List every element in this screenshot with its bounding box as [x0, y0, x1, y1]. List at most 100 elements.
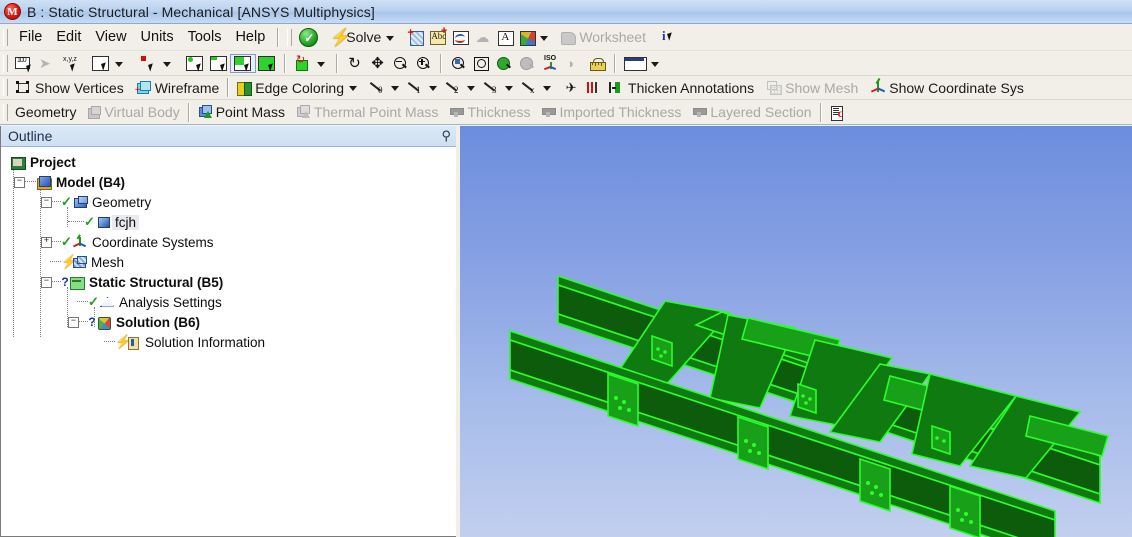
point-mass-button[interactable]: Point Mass — [195, 103, 288, 121]
new-image-button[interactable]: ☁ — [472, 29, 494, 46]
wireframe-button[interactable]: + Wireframe — [132, 79, 223, 97]
thermal-point-mass-button[interactable]: Thermal Point Mass — [293, 103, 441, 121]
worksheet-toggle-button[interactable]: c — [827, 104, 849, 121]
tree-item-static-structural[interactable]: − ? Static Structural (B5) — [7, 272, 456, 292]
zoom-in-button[interactable] — [412, 55, 435, 72]
title-bar: M B : Static Structural - Mechanical [AN… — [0, 0, 1132, 24]
menu-file[interactable]: File — [12, 27, 49, 47]
info-pick-button[interactable]: i — [659, 28, 683, 46]
separator — [820, 103, 822, 122]
edge-coloring-button[interactable]: Edge Coloring — [234, 79, 363, 97]
layered-section-button[interactable]: Layered Section — [689, 103, 814, 121]
vertex-select-button[interactable] — [183, 55, 207, 72]
box-zoom-button[interactable] — [470, 55, 493, 72]
validate-check-button[interactable]: ✓ — [296, 27, 321, 48]
zoom-out-button[interactable] — [389, 55, 412, 72]
solve-button[interactable]: ⚡ Solve — [327, 28, 400, 47]
expander-expand-icon[interactable]: + — [41, 237, 52, 248]
select-all-button[interactable]: ↻ — [291, 55, 331, 72]
worksheet-button[interactable]: Worksheet — [557, 28, 649, 46]
geometry-toolbar-gripper[interactable] — [3, 104, 8, 121]
xyz-pick-button[interactable]: x,y,z — [60, 55, 84, 72]
edge-thickness-1-caret[interactable] — [429, 86, 437, 91]
select-mode-dropdown-caret[interactable] — [115, 62, 123, 67]
edge-thickness-2-caret[interactable] — [467, 86, 475, 91]
solve-toolbar-gripper[interactable] — [287, 29, 292, 46]
show-coordinate-systems-button[interactable]: Show Coordinate Sys — [867, 79, 1027, 97]
thicken-annotations-button[interactable]: Thicken Annotations — [606, 79, 757, 97]
menu-help[interactable]: Help — [228, 27, 272, 47]
expander-collapse-icon[interactable]: − — [14, 177, 25, 188]
expander-collapse-icon[interactable]: − — [41, 277, 52, 288]
tree-item-body-fcjh[interactable]: ✓ fcjh — [7, 212, 456, 232]
zoom-to-fit-button[interactable] — [447, 55, 470, 72]
show-mesh-button[interactable]: Show Mesh — [763, 79, 861, 97]
viewport-layout-dropdown-caret[interactable] — [651, 62, 659, 67]
color-globe-icon — [519, 30, 535, 45]
tree-item-label: Solution Information — [142, 335, 268, 350]
virtual-body-button[interactable]: Virtual Body — [83, 103, 182, 121]
edge-select-button[interactable] — [207, 55, 231, 72]
viewport-layout-button[interactable] — [621, 55, 665, 72]
show-vertices-button[interactable]: Show Vertices — [12, 79, 127, 97]
previous-view-button[interactable] — [493, 55, 516, 72]
pan-button[interactable]: ✥ — [366, 53, 389, 73]
edge-thickness-x-button[interactable]: x — [519, 79, 557, 96]
graphics-toolbar-gripper[interactable] — [3, 55, 8, 72]
label-select-button[interactable]: 100 — [12, 55, 36, 72]
image-capture-dropdown-caret[interactable] — [540, 36, 548, 41]
tree-item-solution-information[interactable]: ⚡ Solution Information — [7, 332, 456, 352]
chassis-model[interactable]: .f { fill:#0c5c0c; stroke:#2bff2b; strok… — [460, 126, 1132, 537]
edge-thickness-3-caret[interactable] — [505, 86, 513, 91]
extend-selection-button[interactable]: ➤ — [36, 55, 60, 72]
edge-1-icon: 1 — [408, 80, 424, 95]
menubar-gripper[interactable] — [3, 29, 8, 46]
look-at-button[interactable]: ◑ — [563, 55, 586, 72]
annotation-button[interactable]: A — [494, 29, 516, 46]
solve-dropdown-caret[interactable] — [386, 36, 394, 41]
select-mode-button[interactable] — [89, 55, 129, 72]
edge-thickness-2-button[interactable]: 2 — [443, 79, 481, 96]
new-chart-table-button[interactable]: + — [404, 28, 426, 46]
edge-thickness-3-button[interactable]: 3 — [481, 79, 519, 96]
select-type-button[interactable] — [137, 55, 177, 72]
body-select-button[interactable] — [255, 55, 279, 72]
measure-button[interactable] — [586, 55, 609, 72]
edge-coloring-dropdown-caret[interactable] — [349, 86, 357, 91]
new-figure-button[interactable] — [449, 28, 472, 46]
select-all-dropdown-caret[interactable] — [317, 62, 325, 67]
tree-item-geometry[interactable]: − ✓ Geometry — [7, 192, 456, 212]
menu-edit[interactable]: Edit — [49, 27, 88, 47]
rotate-button[interactable]: ↻ — [343, 53, 366, 73]
graphics-viewport[interactable]: .f { fill:#0c5c0c; stroke:#2bff2b; strok… — [460, 126, 1132, 537]
magnify-cube-icon — [450, 56, 467, 71]
tree-item-mesh[interactable]: ⚡ Mesh — [7, 252, 456, 272]
tree-item-project[interactable]: Project — [7, 152, 456, 172]
edge-thickness-0-button[interactable]: 0 — [367, 79, 405, 96]
tree-item-coordinate-systems[interactable]: + ✓ Coordinate Systems — [7, 232, 456, 252]
tree-item-solution[interactable]: − ? Solution (B6) — [7, 312, 456, 332]
annotation-size-button[interactable] — [582, 79, 602, 96]
new-comment-button[interactable]: Abc + — [426, 28, 449, 46]
menu-units[interactable]: Units — [134, 27, 181, 47]
menu-tools[interactable]: Tools — [181, 27, 229, 47]
expander-collapse-icon[interactable]: − — [68, 317, 79, 328]
show-mesh-arrow-button[interactable]: ✈ — [560, 79, 582, 96]
expander-collapse-icon[interactable]: − — [41, 197, 52, 208]
select-type-dropdown-caret[interactable] — [163, 62, 171, 67]
imported-thickness-button[interactable]: Imported Thickness — [538, 103, 684, 121]
image-capture-button[interactable] — [516, 29, 554, 46]
iso-view-button[interactable]: ISO — [539, 55, 563, 72]
next-view-button[interactable] — [516, 55, 539, 72]
tree-item-model[interactable]: − Model (B4) — [7, 172, 456, 192]
edge-thickness-1-button[interactable]: 1 — [405, 79, 443, 96]
geometry-button[interactable]: Geometry — [12, 103, 79, 121]
pin-icon[interactable]: ⚲ — [441, 128, 451, 144]
edge-thickness-x-caret[interactable] — [543, 86, 551, 91]
edge-thickness-0-caret[interactable] — [391, 86, 399, 91]
tree-item-analysis-settings[interactable]: ✓ Analysis Settings — [7, 292, 456, 312]
thickness-button[interactable]: Thickness — [446, 103, 533, 121]
menu-view[interactable]: View — [88, 27, 133, 47]
display-toolbar-gripper[interactable] — [3, 79, 8, 96]
face-select-button[interactable] — [231, 55, 255, 72]
